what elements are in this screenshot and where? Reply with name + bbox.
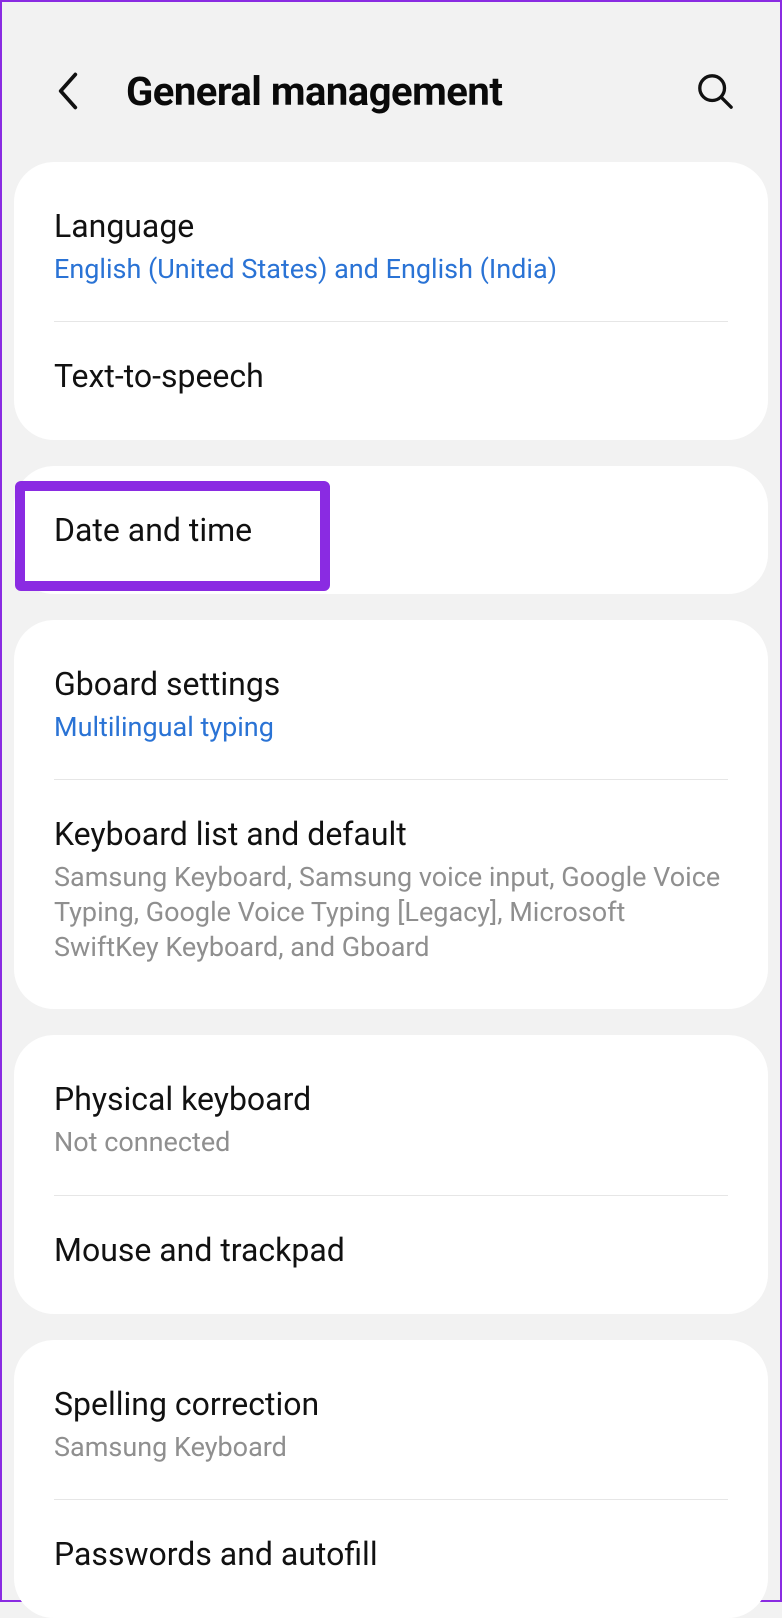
- header: General management: [2, 2, 780, 162]
- settings-group-keyboard: Gboard settings Multilingual typing Keyb…: [14, 620, 768, 1009]
- search-button[interactable]: [690, 66, 740, 116]
- keyboardlist-title: Keyboard list and default: [54, 814, 728, 854]
- keyboardlist-subtitle: Samsung Keyboard, Samsung voice input, G…: [54, 860, 728, 965]
- physical-keyboard-item[interactable]: Physical keyboard Not connected: [14, 1035, 768, 1194]
- spelling-title: Spelling correction: [54, 1384, 728, 1424]
- settings-screen: General management Language English (Uni…: [2, 2, 780, 1618]
- passwords-autofill-item[interactable]: Passwords and autofill: [14, 1500, 768, 1618]
- back-arrow-icon: [57, 72, 79, 110]
- gboard-subtitle: Multilingual typing: [54, 710, 728, 745]
- mouse-trackpad-item[interactable]: Mouse and trackpad: [14, 1196, 768, 1314]
- language-subtitle: English (United States) and English (Ind…: [54, 252, 728, 287]
- language-title: Language: [54, 206, 728, 246]
- gboard-settings-item[interactable]: Gboard settings Multilingual typing: [14, 620, 768, 779]
- mouse-title: Mouse and trackpad: [54, 1230, 728, 1270]
- language-item[interactable]: Language English (United States) and Eng…: [14, 162, 768, 321]
- settings-group-datetime: Date and time: [14, 466, 768, 594]
- settings-group-text: Spelling correction Samsung Keyboard Pas…: [14, 1340, 768, 1618]
- settings-group-language: Language English (United States) and Eng…: [14, 162, 768, 440]
- settings-group-input: Physical keyboard Not connected Mouse an…: [14, 1035, 768, 1313]
- datetime-title: Date and time: [54, 510, 728, 550]
- physical-subtitle: Not connected: [54, 1125, 728, 1160]
- text-to-speech-item[interactable]: Text-to-speech: [14, 322, 768, 440]
- physical-title: Physical keyboard: [54, 1079, 728, 1119]
- spelling-subtitle: Samsung Keyboard: [54, 1430, 728, 1465]
- page-title: General management: [126, 68, 690, 115]
- date-and-time-item[interactable]: Date and time: [14, 466, 768, 594]
- gboard-title: Gboard settings: [54, 664, 728, 704]
- keyboard-list-item[interactable]: Keyboard list and default Samsung Keyboa…: [14, 780, 768, 1009]
- spelling-correction-item[interactable]: Spelling correction Samsung Keyboard: [14, 1340, 768, 1499]
- tts-title: Text-to-speech: [54, 356, 728, 396]
- search-icon: [696, 72, 734, 110]
- autofill-title: Passwords and autofill: [54, 1534, 728, 1574]
- back-button[interactable]: [46, 69, 90, 113]
